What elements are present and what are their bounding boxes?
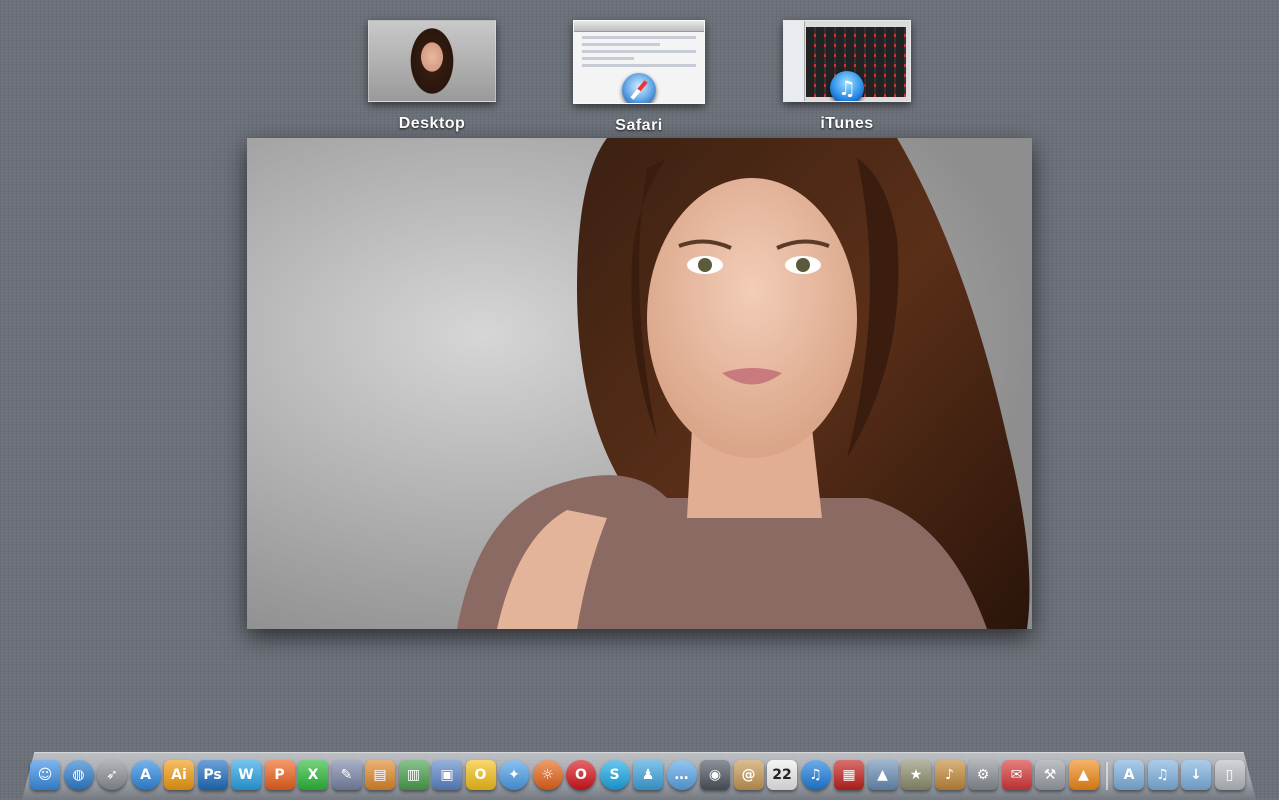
icon-glyph: … xyxy=(674,767,689,783)
icon-glyph: ⚙ xyxy=(976,767,990,783)
icon-glyph: W xyxy=(238,767,254,783)
icon-glyph: ✉ xyxy=(1010,767,1023,783)
icon-glyph: ◍ xyxy=(72,767,85,783)
address-book-icon[interactable]: @ xyxy=(733,760,764,790)
icon-glyph: ✦ xyxy=(508,767,520,783)
finder-icon[interactable]: ☺ xyxy=(30,760,60,790)
space-itunes[interactable]: iTunes xyxy=(783,20,911,133)
icon-glyph: ☺ xyxy=(37,767,53,783)
photo-booth-icon[interactable]: ▦ xyxy=(834,760,864,790)
icon-glyph: ★ xyxy=(909,767,923,783)
icon-glyph: O xyxy=(575,767,587,783)
icon-glyph: ▲ xyxy=(1078,767,1089,783)
icon-glyph: A xyxy=(1123,767,1135,783)
ichat-icon[interactable]: … xyxy=(666,760,697,790)
numbers-icon[interactable]: ▥ xyxy=(398,760,429,790)
icon-glyph: ↓ xyxy=(1190,767,1202,783)
space-safari[interactable]: Safari xyxy=(573,20,705,135)
messenger-icon[interactable]: ♟ xyxy=(633,760,663,790)
vlc-icon[interactable]: ▲ xyxy=(1068,760,1099,790)
space-label-desktop: Desktop xyxy=(398,115,466,132)
icon-glyph: ⚒ xyxy=(1043,767,1057,783)
icon-glyph: O xyxy=(474,767,487,783)
safari-window-thumbnail[interactable] xyxy=(573,20,705,104)
space-desktop[interactable]: Desktop xyxy=(368,20,496,133)
app-store-icon[interactable]: A xyxy=(130,760,161,790)
iphoto-icon[interactable]: ▲ xyxy=(867,760,898,790)
icon-glyph: ♫ xyxy=(809,767,822,783)
downloads-folder-icon[interactable]: ↓ xyxy=(1181,760,1211,790)
facetime-icon[interactable]: ◉ xyxy=(700,760,730,790)
safari-icon xyxy=(622,73,656,103)
icon-glyph: ♪ xyxy=(945,767,954,783)
pen-tool-icon[interactable]: ✎ xyxy=(331,760,362,790)
icon-glyph: ▣ xyxy=(440,767,454,783)
launchpad-icon[interactable]: ➶ xyxy=(97,760,127,790)
calendar-icon[interactable]: 22 xyxy=(767,760,797,790)
icon-glyph: ▯ xyxy=(1225,767,1234,783)
safari-icon[interactable]: ✦ xyxy=(499,760,529,790)
trash-icon[interactable]: ▯ xyxy=(1214,760,1245,790)
icon-glyph: Ps xyxy=(203,767,222,783)
itunes-icon xyxy=(830,71,864,101)
garageband-icon[interactable]: ♪ xyxy=(934,760,965,790)
opera-icon[interactable]: O xyxy=(566,760,596,790)
icon-glyph: Ai xyxy=(171,767,187,783)
icon-glyph: ♫ xyxy=(1156,767,1169,783)
icon-glyph: S xyxy=(609,767,620,783)
space-label-safari: Safari xyxy=(615,117,663,134)
imovie-icon[interactable]: ★ xyxy=(901,760,931,790)
preview-icon[interactable]: ▣ xyxy=(432,760,462,790)
illustrator-icon[interactable]: Ai xyxy=(164,760,194,790)
keynote-icon[interactable]: ▤ xyxy=(365,760,395,790)
itunes-icon[interactable]: ♫ xyxy=(800,760,831,790)
icon-glyph: @ xyxy=(741,767,756,783)
space-label-itunes: iTunes xyxy=(820,115,874,132)
icon-glyph: 22 xyxy=(772,767,792,783)
icon-glyph: P xyxy=(274,767,285,783)
icon-glyph: ▲ xyxy=(877,767,888,783)
system-preferences-icon[interactable]: ⚙ xyxy=(968,760,998,790)
applications-folder-icon[interactable]: A xyxy=(1114,760,1144,790)
dock: ☺ ◍ ➶ A Ai Ps W P X ✎ ▤ ▥ ▣ O ✦ ☼ O S ♟ … ◉ @22 ♫ ▦ ▲ ★ ♪ ⚙ ✉ ⚒ ▲ A ♫ ↓ ▯ xyxy=(30,754,1248,790)
icon-glyph: ✎ xyxy=(340,767,353,783)
icon-glyph: ☼ xyxy=(541,767,554,783)
icon-glyph: ▤ xyxy=(373,767,387,783)
keynote-p-icon[interactable]: P xyxy=(264,760,295,790)
icon-glyph: X xyxy=(307,767,319,783)
desktop-thumbnail[interactable] xyxy=(368,20,496,102)
thumbnail-toolbar xyxy=(574,21,704,32)
numbers-x-icon[interactable]: X xyxy=(298,760,328,790)
thumbnail-content xyxy=(574,36,704,67)
icon-glyph: ♟ xyxy=(641,767,655,783)
icon-glyph: ➶ xyxy=(106,767,118,783)
automator-icon[interactable]: ⚒ xyxy=(1035,760,1065,790)
icon-glyph: ◉ xyxy=(708,767,722,783)
opera-o-icon[interactable]: O xyxy=(465,760,496,790)
photoshop-icon[interactable]: Ps xyxy=(197,760,228,790)
icon-glyph: ▥ xyxy=(406,767,421,783)
wallpaper-portrait-image xyxy=(247,138,1032,629)
mail-stamp-icon[interactable]: ✉ xyxy=(1001,760,1032,790)
itunes-window-thumbnail[interactable] xyxy=(783,20,911,102)
thumbnail-sidebar xyxy=(784,21,805,101)
globe-icon[interactable]: ◍ xyxy=(63,760,94,790)
skype-icon[interactable]: S xyxy=(599,760,630,790)
pages-icon[interactable]: W xyxy=(231,760,261,790)
icon-glyph: ▦ xyxy=(842,767,856,783)
dock-separator xyxy=(1105,762,1108,790)
music-folder-icon[interactable]: ♫ xyxy=(1147,760,1178,790)
icon-glyph: A xyxy=(140,767,151,783)
desktop-wallpaper-preview[interactable] xyxy=(247,138,1032,629)
firefox-icon[interactable]: ☼ xyxy=(532,760,563,790)
